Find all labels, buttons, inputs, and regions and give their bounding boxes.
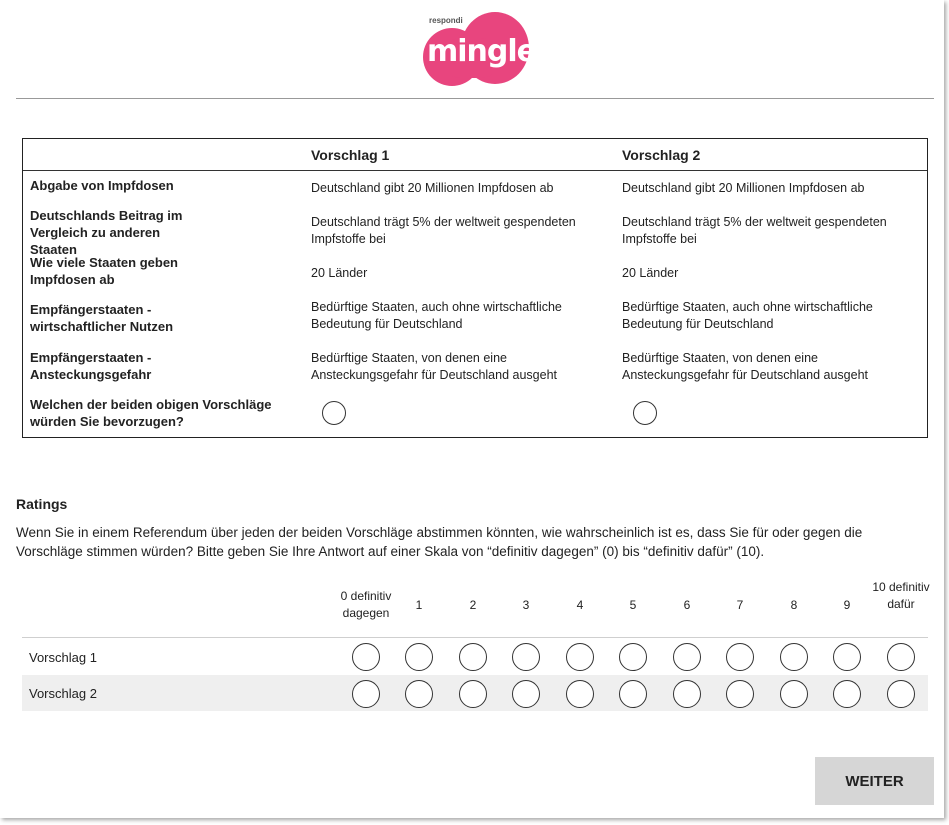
row-label-staaten: Wie viele Staaten geben Impfdosen ab (30, 255, 178, 287)
rating-v1-8-radio[interactable] (780, 643, 808, 671)
scale-label-2: 2 (469, 598, 477, 612)
row-label-beitrag: Deutschlands Beitrag im Vergleich zu and… (30, 208, 183, 257)
rating-v1-5-radio[interactable] (619, 643, 647, 671)
rating-v1-6-radio[interactable] (673, 643, 701, 671)
rating-v1-10-radio[interactable] (887, 643, 915, 671)
header-vorschlag-1: Vorschlag 1 (311, 147, 390, 163)
scale-label-4: 4 (576, 598, 584, 612)
prefer-vorschlag-2-radio[interactable] (633, 401, 657, 425)
comparison-table: Vorschlag 1 Vorschlag 2 Abgabe von Impfd… (22, 138, 928, 438)
rating-v1-1-radio[interactable] (405, 643, 433, 671)
cell-v2-beitrag: Deutschland trägt 5% der weltweit gespen… (622, 215, 887, 246)
rating-v2-4-radio[interactable] (566, 680, 594, 708)
scale-label-5: 5 (629, 598, 637, 612)
cell-v1-beitrag: Deutschland trägt 5% der weltweit gespen… (311, 215, 576, 246)
header-divider-line (23, 170, 927, 171)
cell-v2-staaten: 20 Länder (622, 266, 679, 280)
scale-label-6: 6 (683, 598, 691, 612)
rating-v1-0-radio[interactable] (352, 643, 380, 671)
scale-label-9: 9 (843, 598, 851, 612)
rating-v2-6-radio[interactable] (673, 680, 701, 708)
row-label-ansteckung: Empfängerstaaten - Ansteckungsgefahr (30, 350, 152, 382)
weiter-button[interactable]: WEITER (815, 757, 934, 805)
rating-v2-0-radio[interactable] (352, 680, 380, 708)
ratings-header-divider (22, 637, 928, 638)
rating-v1-9-radio[interactable] (833, 643, 861, 671)
ratings-title: Ratings (16, 496, 68, 512)
rating-v1-7-radio[interactable] (726, 643, 754, 671)
ratings-description: Wenn Sie in einem Referendum über jeden … (16, 525, 863, 559)
cell-v2-ansteckung: Bedürftige Staaten, von denen eine Anste… (622, 351, 868, 382)
rating-row-label: Vorschlag 1 (29, 650, 97, 665)
scale-label-10: 10 definitiv dafür (872, 580, 930, 611)
cell-v1-abgabe: Deutschland gibt 20 Millionen Impfdosen … (311, 181, 554, 195)
scale-label-1: 1 (415, 598, 423, 612)
survey-page: respondi mingle Vorschlag 1 Vorschlag 2 … (0, 0, 944, 818)
cell-v1-staaten: 20 Länder (311, 266, 368, 280)
rating-row-label: Vorschlag 2 (29, 686, 97, 701)
cell-v2-abgabe: Deutschland gibt 20 Millionen Impfdosen … (622, 181, 865, 195)
rating-v2-9-radio[interactable] (833, 680, 861, 708)
header-divider (16, 98, 934, 99)
header-vorschlag-2: Vorschlag 2 (622, 147, 701, 163)
rating-v2-1-radio[interactable] (405, 680, 433, 708)
rating-v1-2-radio[interactable] (459, 643, 487, 671)
mingle-logo: respondi mingle (421, 12, 537, 86)
row-label-abgabe: Abgabe von Impfdosen (30, 178, 174, 193)
rating-v2-7-radio[interactable] (726, 680, 754, 708)
cell-v1-ansteckung: Bedürftige Staaten, von denen eine Anste… (311, 351, 557, 382)
rating-v2-2-radio[interactable] (459, 680, 487, 708)
scale-label-7: 7 (736, 598, 744, 612)
scale-label-0: 0 definitiv dagegen (340, 589, 392, 620)
rating-v1-4-radio[interactable] (566, 643, 594, 671)
scale-label-8: 8 (790, 598, 798, 612)
rating-v2-8-radio[interactable] (780, 680, 808, 708)
rating-v1-3-radio[interactable] (512, 643, 540, 671)
cell-v2-nutzen: Bedürftige Staaten, auch ohne wirtschaft… (622, 300, 873, 331)
cell-v1-nutzen: Bedürftige Staaten, auch ohne wirtschaft… (311, 300, 562, 331)
prefer-vorschlag-1-radio[interactable] (322, 401, 346, 425)
rating-v2-3-radio[interactable] (512, 680, 540, 708)
scale-label-3: 3 (522, 598, 530, 612)
row-label-nutzen: Empfängerstaaten - wirtschaftlicher Nutz… (30, 302, 174, 334)
rating-v2-10-radio[interactable] (887, 680, 915, 708)
preference-question: Welchen der beiden obigen Vorschläge wür… (30, 397, 272, 429)
rating-v2-5-radio[interactable] (619, 680, 647, 708)
